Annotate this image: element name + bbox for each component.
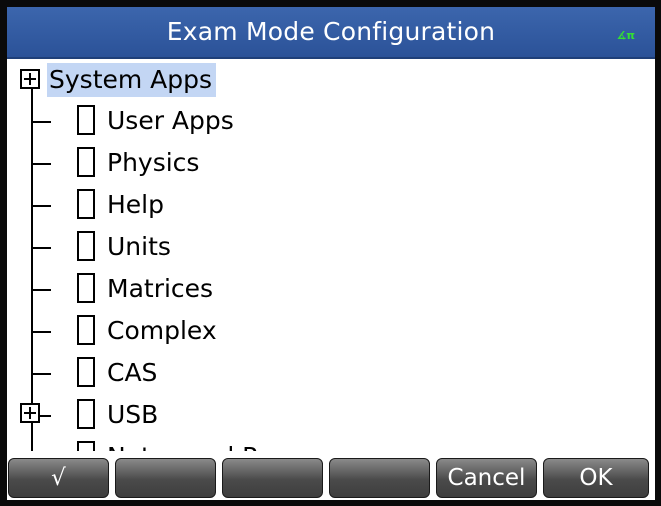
- app-tree: System Apps User Apps Physics Help Units…: [7, 59, 655, 451]
- tree-item-notes-and-programs[interactable]: Notes and Programs: [7, 437, 655, 451]
- tree-item-label[interactable]: Units: [107, 227, 171, 269]
- checkbox[interactable]: [77, 147, 95, 177]
- expand-plus-icon[interactable]: [20, 69, 40, 89]
- window-title: Exam Mode Configuration: [166, 17, 496, 46]
- exam-mode-screen: Exam Mode Configuration ∡π System Apps U…: [0, 0, 661, 506]
- expand-plus-icon[interactable]: [20, 403, 40, 423]
- tree-branch-line: [31, 331, 51, 333]
- tree-item-label[interactable]: Notes and Programs: [107, 437, 361, 451]
- tree-root-system-apps[interactable]: System Apps: [7, 59, 655, 101]
- checkbox[interactable]: [77, 189, 95, 219]
- tree-item-label[interactable]: Complex: [107, 311, 217, 353]
- tree-item-usb[interactable]: USB: [7, 395, 655, 437]
- checkbox[interactable]: [77, 441, 95, 451]
- tree-branch-line: [31, 373, 51, 375]
- tree-branch-line: [31, 289, 51, 291]
- tree-item-user-apps[interactable]: User Apps: [7, 101, 655, 143]
- tree-item-help[interactable]: Help: [7, 185, 655, 227]
- empty-softkey-4[interactable]: [329, 458, 430, 498]
- tree-root-label[interactable]: System Apps: [47, 63, 217, 97]
- tree-branch-line: [31, 121, 51, 123]
- checkbox[interactable]: [77, 399, 95, 429]
- tree-item-label[interactable]: Physics: [107, 143, 199, 185]
- tree-branch-line: [31, 205, 51, 207]
- tree-item-label[interactable]: Matrices: [107, 269, 213, 311]
- title-bar: Exam Mode Configuration ∡π: [7, 7, 655, 59]
- empty-softkey-2[interactable]: [115, 458, 216, 498]
- checkbox[interactable]: [77, 105, 95, 135]
- tree-item-matrices[interactable]: Matrices: [7, 269, 655, 311]
- tree-item-label[interactable]: Help: [107, 185, 164, 227]
- checkbox[interactable]: [77, 273, 95, 303]
- tree-item-label[interactable]: CAS: [107, 353, 157, 395]
- tree-item-complex[interactable]: Complex: [7, 311, 655, 353]
- checkbox[interactable]: [77, 357, 95, 387]
- cancel-softkey[interactable]: Cancel: [436, 458, 537, 498]
- tree-item-physics[interactable]: Physics: [7, 143, 655, 185]
- tree-item-cas[interactable]: CAS: [7, 353, 655, 395]
- tree-item-label[interactable]: USB: [107, 395, 158, 437]
- angle-mode-indicator: ∡π: [616, 29, 635, 42]
- tree-item-label[interactable]: User Apps: [107, 101, 234, 143]
- tree-branch-line: [31, 163, 51, 165]
- empty-softkey-3[interactable]: [222, 458, 323, 498]
- checkbox[interactable]: [77, 315, 95, 345]
- softkey-menu: √ Cancel OK: [7, 456, 655, 500]
- ok-softkey[interactable]: OK: [543, 458, 649, 498]
- check-softkey[interactable]: √: [8, 458, 109, 498]
- checkbox[interactable]: [77, 231, 95, 261]
- tree-item-units[interactable]: Units: [7, 227, 655, 269]
- tree-branch-line: [31, 247, 51, 249]
